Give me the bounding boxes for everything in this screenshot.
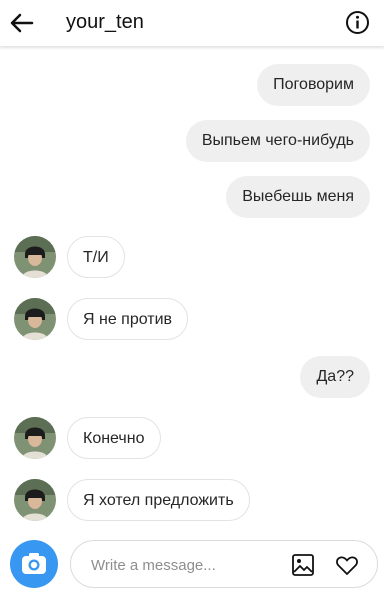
arrow-left-icon[interactable]: [8, 9, 36, 37]
incoming-message[interactable]: Я хотел предложить: [67, 479, 250, 521]
camera-icon: [22, 553, 46, 574]
message-composer: [10, 540, 380, 590]
message-input[interactable]: [91, 555, 281, 575]
camera-button[interactable]: [10, 540, 58, 588]
message-row-outgoing: Выебешь меня: [0, 176, 384, 220]
message-row-incoming: Я хотел предложить: [0, 479, 384, 523]
avatar-image: [14, 417, 56, 459]
avatar-image: [14, 479, 56, 521]
outgoing-message[interactable]: Да??: [300, 356, 370, 398]
outgoing-message[interactable]: Выпьем чего-нибудь: [185, 120, 370, 162]
heart-icon[interactable]: [335, 553, 359, 577]
message-row-incoming: Конечно: [0, 417, 384, 461]
message-row-incoming: Я не против: [0, 298, 384, 342]
message-row-outgoing: Да??: [0, 356, 384, 400]
outgoing-message[interactable]: Поговорим: [257, 64, 370, 106]
avatar[interactable]: [14, 236, 56, 278]
message-row-outgoing: Выпьем чего-нибудь: [0, 120, 384, 164]
message-row-outgoing: Поговорим: [0, 64, 384, 108]
avatar[interactable]: [14, 417, 56, 459]
avatar-image: [14, 236, 56, 278]
chat-header: your_ten: [0, 0, 384, 47]
avatar-image: [14, 298, 56, 340]
avatar[interactable]: [14, 298, 56, 340]
message-input-container: [70, 540, 378, 588]
message-row-incoming: Т/И: [0, 236, 384, 280]
info-icon[interactable]: [345, 10, 370, 35]
incoming-message[interactable]: Конечно: [67, 417, 161, 459]
avatar[interactable]: [14, 479, 56, 521]
chat-username[interactable]: your_ten: [66, 11, 144, 34]
outgoing-message[interactable]: Выебешь меня: [226, 176, 370, 218]
incoming-message[interactable]: Т/И: [67, 236, 125, 278]
incoming-message[interactable]: Я не против: [67, 298, 189, 340]
gallery-icon[interactable]: [291, 553, 315, 577]
